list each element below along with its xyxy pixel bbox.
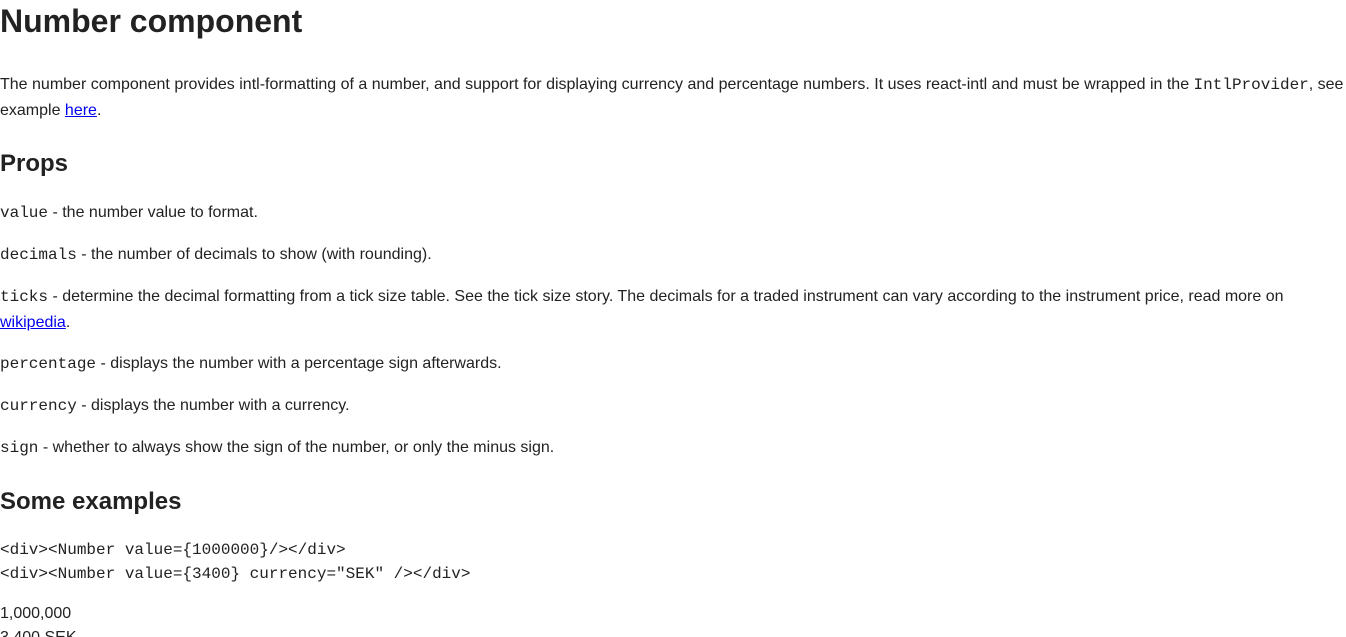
here-link[interactable]: here	[65, 102, 97, 119]
prop-name: value	[0, 204, 49, 222]
intl-provider-code: IntlProvider	[1193, 76, 1309, 94]
prop-desc: - whether to always show the sign of the…	[38, 439, 555, 456]
prop-desc: - determine the decimal formatting from …	[48, 288, 1284, 305]
intro-text-before: The number component provides intl-forma…	[0, 76, 1194, 93]
prop-desc: - the number value to format.	[48, 204, 258, 221]
prop-name: ticks	[0, 288, 49, 306]
intro-paragraph: The number component provides intl-forma…	[0, 72, 1346, 123]
prop-desc: - the number of decimals to show (with r…	[76, 246, 432, 263]
output-currency: 3,400 SEK	[0, 626, 1346, 637]
prop-value: value - the number value to format.	[0, 200, 1346, 226]
prop-desc: - displays the number with a percentage …	[96, 355, 502, 372]
props-heading: Props	[0, 150, 69, 177]
prop-decimals: decimals - the number of decimals to sho…	[0, 242, 1346, 268]
prop-name: decimals	[0, 246, 77, 264]
prop-sign: sign - whether to always show the sign o…	[0, 435, 1346, 461]
prop-currency: currency - displays the number with a cu…	[0, 393, 1346, 419]
prop-name: sign	[0, 439, 39, 457]
code-example-block: <div><Number value={1000000}/></div> <div…	[0, 538, 1346, 586]
page-title: Number component	[0, 3, 303, 39]
wikipedia-link[interactable]: wikipedia	[0, 314, 66, 331]
prop-desc: - displays the number with a currency.	[76, 397, 350, 414]
example-output: 1,000,000 3,400 SEK	[0, 602, 1346, 637]
prop-desc-after: .	[65, 314, 71, 331]
prop-ticks: ticks - determine the decimal formatting…	[0, 284, 1346, 335]
page: Number component The number component pr…	[0, 0, 1346, 637]
intro-text-after: .	[96, 102, 102, 119]
code-line: <div><Number value={1000000}/></div>	[0, 541, 346, 559]
prop-name: percentage	[0, 355, 97, 373]
output-number: 1,000,000	[0, 605, 72, 622]
examples-heading: Some examples	[0, 488, 182, 515]
prop-name: currency	[0, 397, 77, 415]
prop-percentage: percentage - displays the number with a …	[0, 351, 1346, 377]
code-line: <div><Number value={3400} currency="SEK"…	[0, 565, 471, 583]
